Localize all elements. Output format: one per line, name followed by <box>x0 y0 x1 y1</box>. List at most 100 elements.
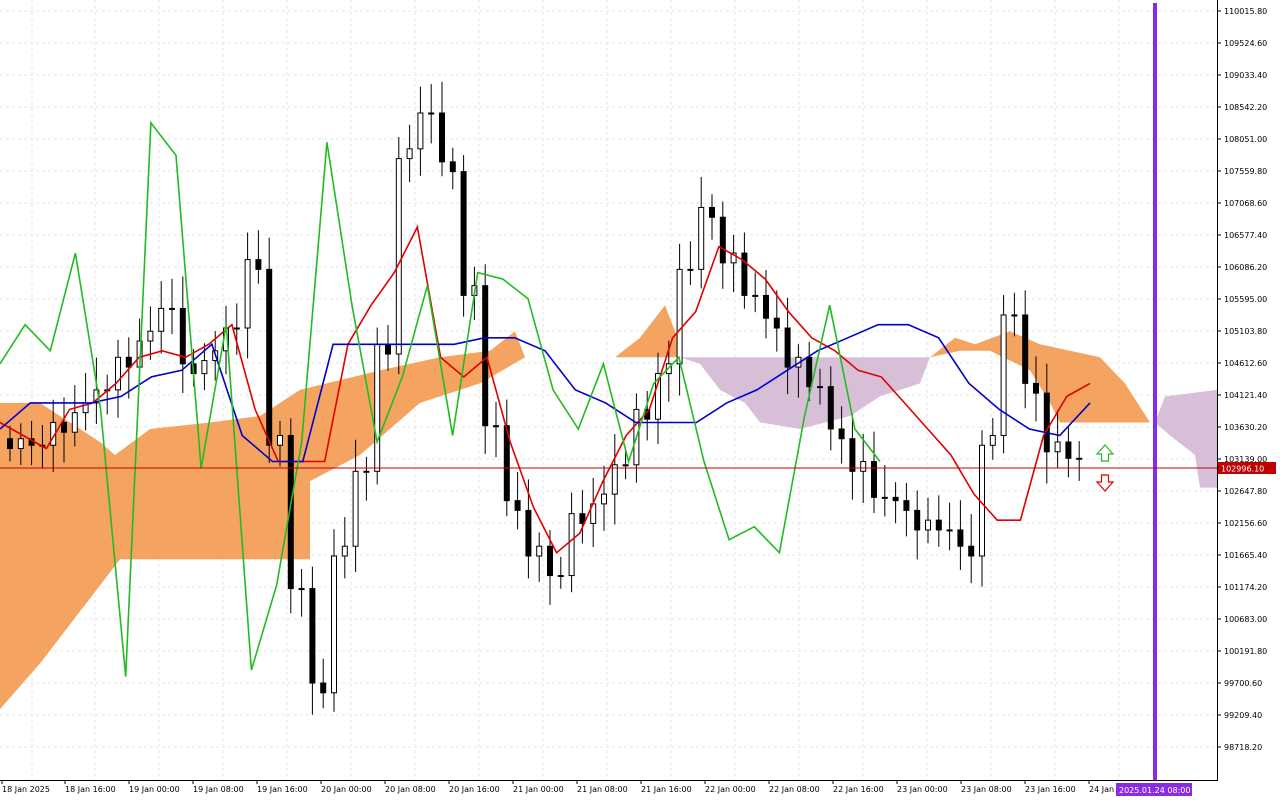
price-tick-label: 100191.80 <box>1224 647 1267 656</box>
candle[interactable] <box>71 412 78 433</box>
time-tick-label: 21 Jan 08:00 <box>577 785 628 794</box>
candle[interactable] <box>417 112 424 150</box>
cloud-bear-segment-1 <box>680 357 930 429</box>
candle[interactable] <box>61 421 67 433</box>
candle[interactable] <box>925 519 931 531</box>
candle[interactable] <box>255 259 262 270</box>
price-tick-label: 98718.20 <box>1224 743 1262 752</box>
candle[interactable] <box>201 360 208 375</box>
candle[interactable] <box>449 161 456 173</box>
candle[interactable] <box>352 470 359 547</box>
candle[interactable] <box>374 343 381 472</box>
candle[interactable] <box>622 464 629 467</box>
candle[interactable] <box>158 307 165 332</box>
candle[interactable] <box>903 500 910 511</box>
price-tick-label: 104121.40 <box>1224 391 1267 400</box>
candle[interactable] <box>827 386 834 430</box>
price-axis[interactable]: 110015.80 109524.60 109033.40 108542.20 1080… <box>1217 7 1267 752</box>
candle[interactable] <box>233 327 240 330</box>
candle[interactable] <box>395 158 402 355</box>
candle[interactable] <box>406 148 413 160</box>
candle[interactable] <box>676 268 683 365</box>
candle[interactable] <box>601 493 607 505</box>
candle[interactable] <box>298 588 305 591</box>
candle[interactable] <box>341 545 348 557</box>
candle[interactable] <box>482 285 489 427</box>
price-tick-label: 100683.00 <box>1224 615 1267 624</box>
candle[interactable] <box>698 206 705 270</box>
candle[interactable] <box>806 356 813 388</box>
candle[interactable] <box>989 434 996 446</box>
candle[interactable] <box>244 259 251 329</box>
current-time-label: 2025.01.24 08:00 <box>1116 783 1192 796</box>
candle[interactable] <box>266 268 273 446</box>
candle[interactable] <box>719 216 726 264</box>
candle[interactable] <box>17 438 24 450</box>
candle[interactable] <box>773 317 780 329</box>
cloud-bull-segment-1 <box>0 331 525 710</box>
candle[interactable] <box>957 529 964 547</box>
candle[interactable] <box>752 294 759 297</box>
candle[interactable] <box>935 519 942 531</box>
candle[interactable] <box>514 500 521 511</box>
candle[interactable] <box>147 330 154 342</box>
candle[interactable] <box>687 268 694 271</box>
candle[interactable] <box>385 343 391 355</box>
candle[interactable] <box>277 434 283 446</box>
time-tick-label: 22 Jan 16:00 <box>833 785 884 794</box>
candle[interactable] <box>709 206 715 218</box>
candle[interactable] <box>968 545 975 557</box>
candle[interactable] <box>1000 314 1007 436</box>
candle[interactable] <box>536 545 543 557</box>
time-axis[interactable]: 18 Jan 2025 18 Jan 16:00 19 Jan 00:00 19 Ja… <box>1 780 1114 794</box>
trading-chart[interactable]: 110015.80 109524.60 109033.40 108542.20 1080… <box>0 0 1280 800</box>
candle[interactable] <box>1011 314 1018 317</box>
candlesticks[interactable] <box>7 81 1083 715</box>
price-tick-label: 103630.20 <box>1224 423 1267 432</box>
candle[interactable] <box>1033 382 1039 394</box>
candle[interactable] <box>428 112 435 115</box>
candle[interactable] <box>331 555 337 694</box>
candle[interactable] <box>914 509 921 531</box>
candle[interactable] <box>871 461 877 498</box>
candle[interactable] <box>1043 392 1050 453</box>
time-tick-label: 20 Jan 00:00 <box>321 785 372 794</box>
candle[interactable] <box>493 425 499 428</box>
candle[interactable] <box>1076 457 1083 460</box>
candle[interactable] <box>838 428 845 440</box>
candle[interactable] <box>169 307 175 310</box>
candle[interactable] <box>849 438 856 472</box>
candle[interactable] <box>460 171 467 296</box>
price-tick-label: 106086.20 <box>1224 263 1267 272</box>
candle[interactable] <box>1022 314 1029 384</box>
candle[interactable] <box>568 513 575 577</box>
chart-canvas[interactable]: 110015.80 109524.60 109033.40 108542.20 1080… <box>0 0 1280 800</box>
candle[interactable] <box>946 529 953 532</box>
candle[interactable] <box>611 464 618 495</box>
cloud-bear-segment-2 <box>1155 389 1217 488</box>
price-tick-label: 107068.60 <box>1224 199 1267 208</box>
candle[interactable] <box>892 496 899 502</box>
time-tick-label: 19 Jan 16:00 <box>257 785 308 794</box>
candle[interactable] <box>1065 441 1072 459</box>
candle[interactable] <box>881 496 888 499</box>
candle[interactable] <box>439 112 445 163</box>
time-tick-label: 20 Jan 16:00 <box>449 785 500 794</box>
candle[interactable] <box>817 386 823 389</box>
candle[interactable] <box>1054 441 1061 453</box>
price-tick-label: 105103.80 <box>1224 327 1267 336</box>
candle[interactable] <box>525 509 532 557</box>
candle[interactable] <box>7 438 13 450</box>
candle[interactable] <box>309 588 316 684</box>
candle[interactable] <box>125 356 132 368</box>
candle[interactable] <box>860 461 867 472</box>
candle[interactable] <box>763 294 769 319</box>
candle[interactable] <box>320 682 327 694</box>
candle[interactable] <box>784 327 791 368</box>
candle[interactable] <box>557 575 564 578</box>
time-tick-label: 24 Jan <box>1089 785 1114 794</box>
candle[interactable] <box>363 470 370 473</box>
candle[interactable] <box>115 356 121 391</box>
candle[interactable] <box>547 545 553 577</box>
price-tick-label: 99700.60 <box>1224 679 1262 688</box>
